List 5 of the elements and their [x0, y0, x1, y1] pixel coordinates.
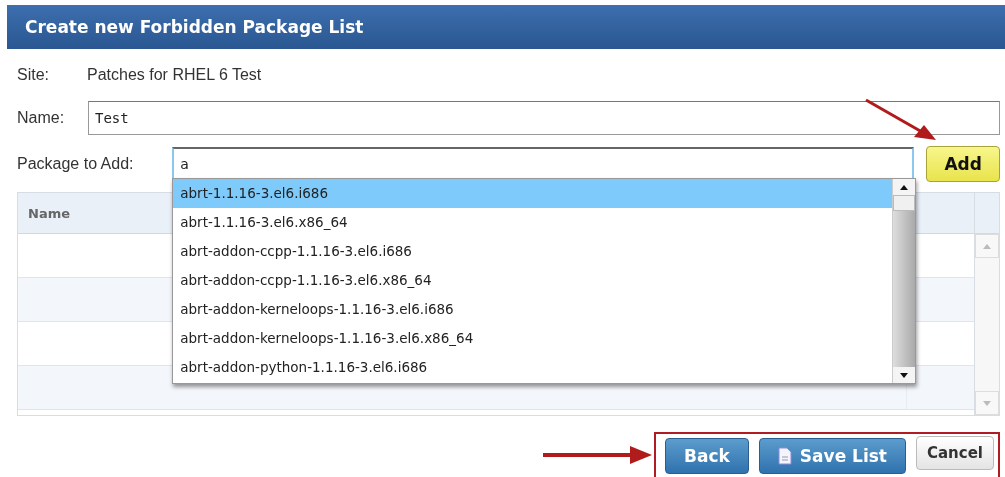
name-label: Name: — [17, 109, 66, 127]
package-label: Package to Add: — [17, 155, 135, 173]
site-label: Site: — [17, 66, 50, 84]
window-title: Create new Forbidden Package List — [7, 5, 1005, 49]
site-value: Patches for RHEL 6 Test — [87, 66, 262, 84]
